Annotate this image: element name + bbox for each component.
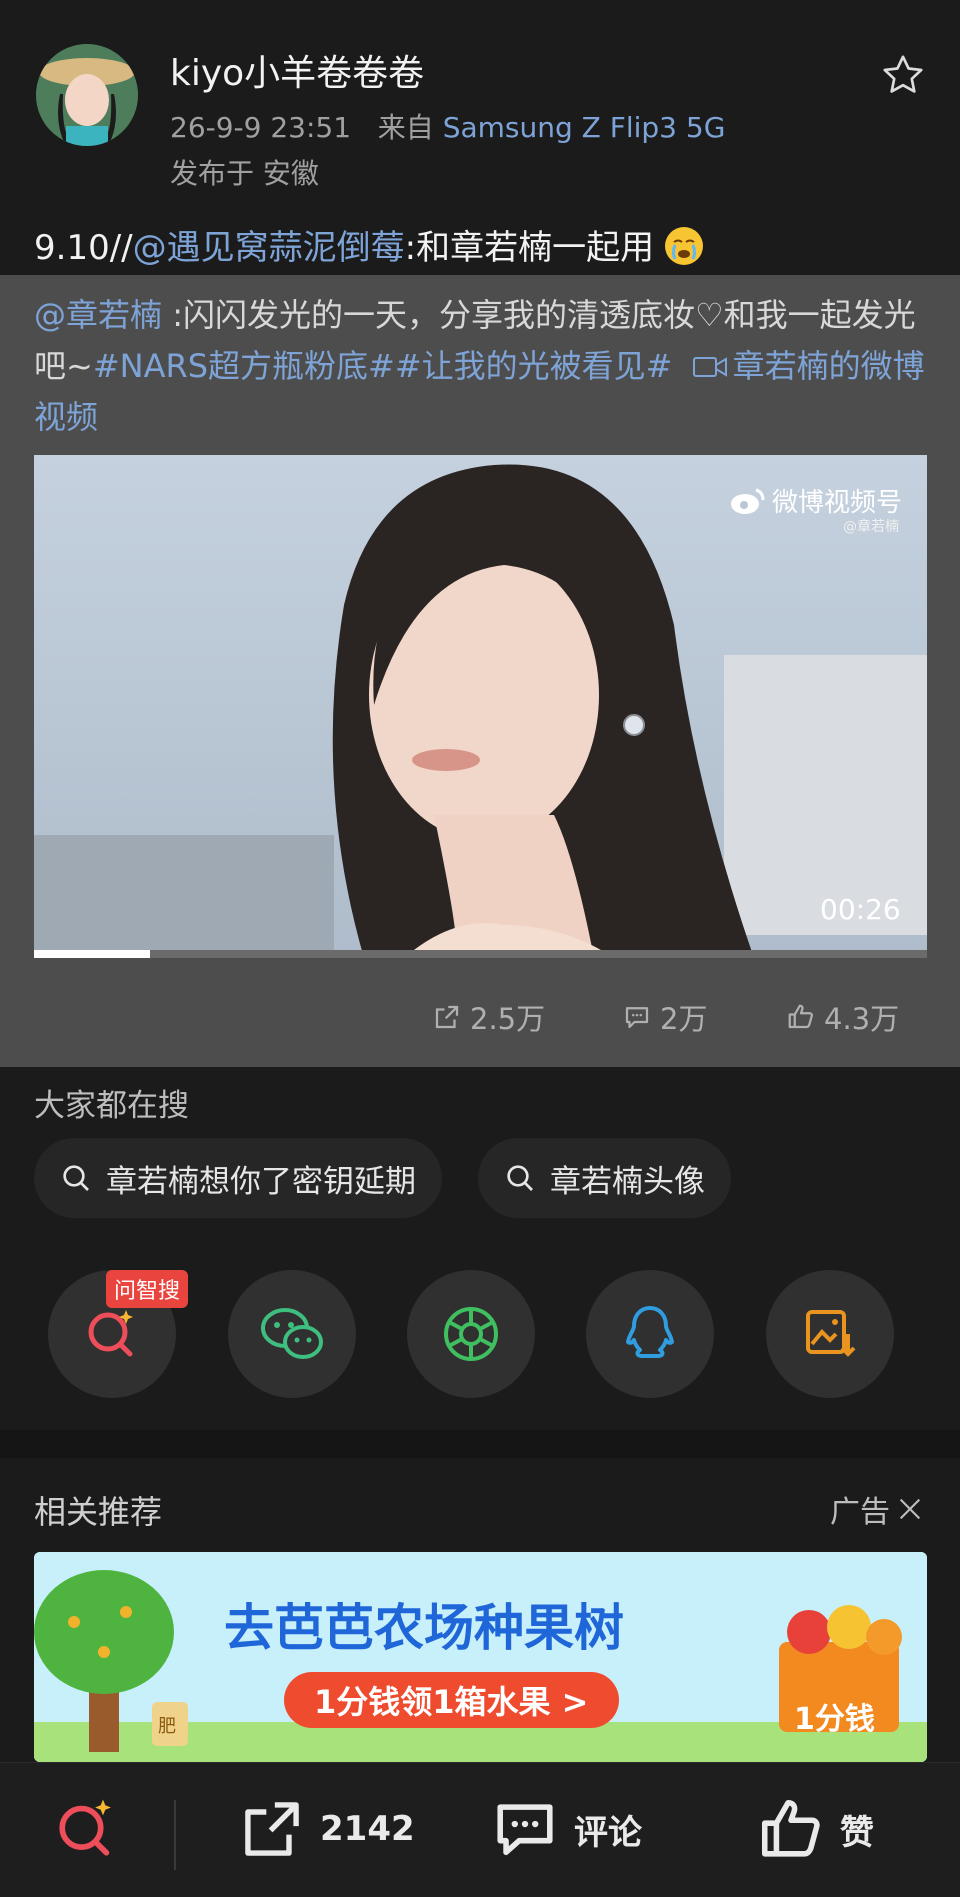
bar-separator [174,1800,176,1870]
thumbs-up-icon [788,1004,813,1029]
comment-icon [625,1007,649,1029]
post-text-suffix: :和章若楠一起用 [404,228,655,268]
repost-action[interactable]: 2142 [238,1762,415,1896]
search-suggestion-text: 章若楠想你了密钥延期 [106,1163,416,1200]
repost-stat[interactable]: 2.5万 [432,996,545,1038]
weibo-video-watermark: 微博视频号 [730,482,902,519]
like-stat[interactable]: 4.3万 [786,996,899,1038]
share-moments-button[interactable] [407,1270,535,1398]
watermark-sub-text: @章若楠 [843,519,899,535]
search-icon [507,1165,533,1191]
comment-action[interactable]: 评论 [490,1762,642,1896]
save-image-icon [806,1310,856,1357]
ad-sack-label: 肥 [158,1716,176,1737]
video-camera-icon [692,357,727,377]
wechat-icon [261,1308,323,1359]
source-prefix: 来自 [377,111,434,144]
search-suggestion-text: 章若楠头像 [550,1163,705,1200]
crying-emoji-icon [664,227,703,265]
mention-link[interactable]: @遇见窝蒜泥倒莓 [133,228,405,268]
ad-dismiss[interactable]: 广告 [830,1487,924,1531]
watermark-text: 微博视频号 [772,488,903,518]
repost-icon [245,1802,299,1856]
recommendation-title: 相关推荐 [34,1493,163,1531]
ad-price-tag: 1分钱 [794,1702,875,1737]
post-location: 发布于 安徽 [170,157,319,190]
hashtag-link[interactable]: #NARS超方瓶粉底# [93,347,395,385]
comment-count: 2万 [660,1002,708,1036]
quoted-text: @章若楠 :闪闪发光的一天，分享我的清透底妆♡和我一起发光吧~#NARS超方瓶粉… [34,290,934,443]
hashtag-link[interactable]: #让我的光被看见# [395,347,673,385]
section-divider [0,1430,960,1458]
trending-search-title: 大家都在搜 [34,1088,189,1124]
search-icon [63,1165,89,1191]
repost-count: 2.5万 [470,1002,546,1036]
like-count: 4.3万 [824,1002,900,1036]
post-text: 9.10//@遇见窝蒜泥倒莓:和章若楠一起用 [34,220,703,269]
share-qq-button[interactable] [586,1270,714,1398]
save-image-button[interactable] [766,1270,894,1398]
ai-search-badge: 问智搜 [106,1270,189,1308]
thumbs-up-icon [761,1799,820,1857]
ai-search-icon [88,1310,133,1357]
comment-icon [497,1804,553,1856]
repost-count: 2142 [320,1809,415,1849]
like-action[interactable]: 赞 [756,1762,874,1896]
ad-cta-button[interactable]: 1分钱领1箱水果 > [284,1672,619,1728]
ad-headline: 去芭芭农场种果树 [224,1599,624,1657]
favorite-star-icon[interactable] [880,52,926,98]
video-progress-fill [34,950,151,958]
quoted-mention-link[interactable]: @章若楠 [34,296,162,334]
ad-banner[interactable]: 去芭芭农场种果树 1分钱领1箱水果 > 1分钱 肥 [34,1552,927,1762]
video-frame [34,455,927,958]
username[interactable]: kiyo小羊卷卷卷 [170,44,424,96]
qq-icon [626,1306,674,1358]
ad-label: 广告 [830,1495,890,1530]
comment-label: 评论 [574,1812,642,1853]
close-icon [899,1498,921,1520]
like-label: 赞 [840,1812,874,1853]
share-wechat-button[interactable] [228,1270,356,1398]
repost-icon [435,1005,459,1029]
device-link[interactable]: Samsung Z Flip3 5G [443,111,726,144]
video-player[interactable] [34,455,927,958]
video-progress-track[interactable] [34,950,927,958]
timestamp: 26-9-9 23:51 [170,111,352,144]
ai-search-action[interactable] [52,1762,120,1896]
comment-stat[interactable]: 2万 [622,996,707,1038]
moments-icon [444,1307,498,1361]
video-duration: 00:26 [820,893,901,926]
search-suggestion[interactable]: 章若楠头像 [478,1138,731,1218]
ai-search-icon [59,1799,111,1856]
avatar[interactable] [36,44,138,146]
post-meta: 26-9-9 23:51 来自 Samsung Z Flip3 5G [170,106,725,146]
weibo-logo-icon [731,488,765,514]
search-suggestion[interactable]: 章若楠想你了密钥延期 [34,1138,442,1218]
post-text-prefix: 9.10// [34,228,133,268]
